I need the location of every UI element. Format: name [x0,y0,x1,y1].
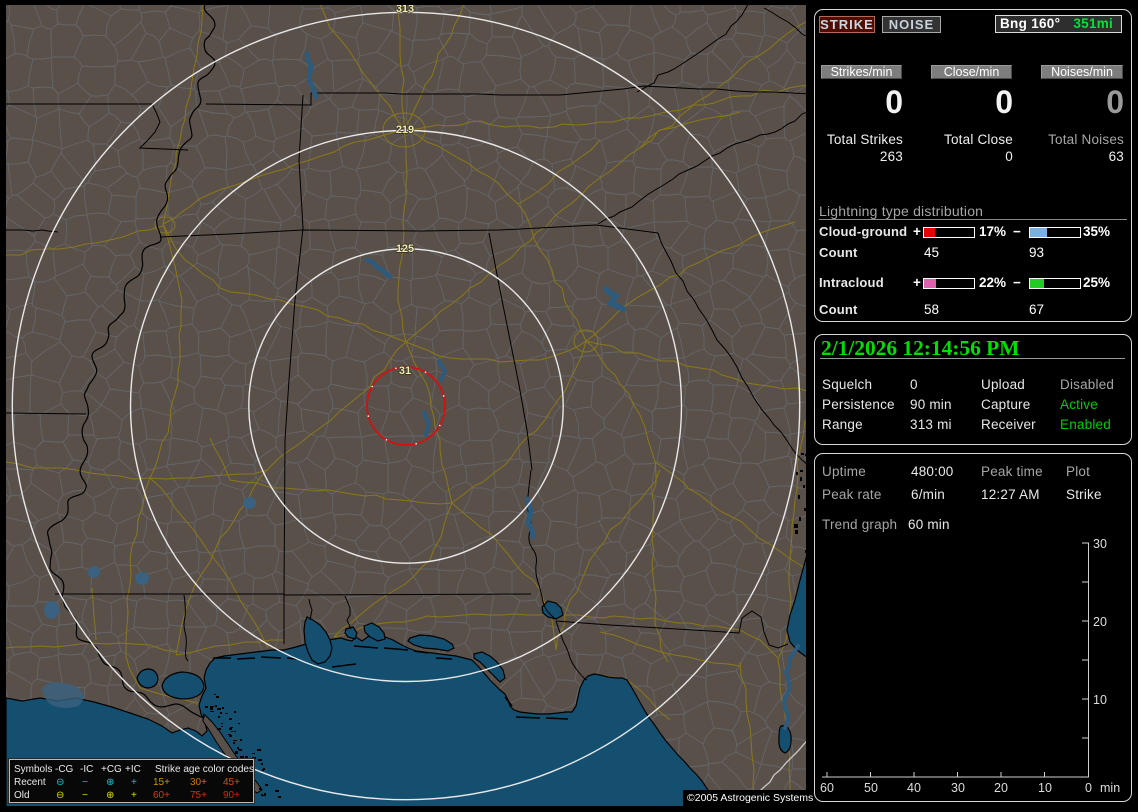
svg-text:50: 50 [864,781,878,795]
svg-text:30: 30 [1093,537,1107,551]
svg-text:125: 125 [396,243,414,255]
svg-text:0: 0 [1085,781,1092,795]
svg-text:20: 20 [994,781,1008,795]
svg-text:30: 30 [951,781,965,795]
svg-text:219: 219 [396,124,414,136]
svg-text:10: 10 [1093,693,1107,707]
svg-text:10: 10 [1038,781,1052,795]
svg-text:313: 313 [396,5,414,15]
svg-text:40: 40 [907,781,921,795]
svg-text:min: min [1100,781,1120,795]
svg-text:31: 31 [399,365,411,377]
svg-text:20: 20 [1093,615,1107,629]
svg-text:60: 60 [820,781,834,795]
